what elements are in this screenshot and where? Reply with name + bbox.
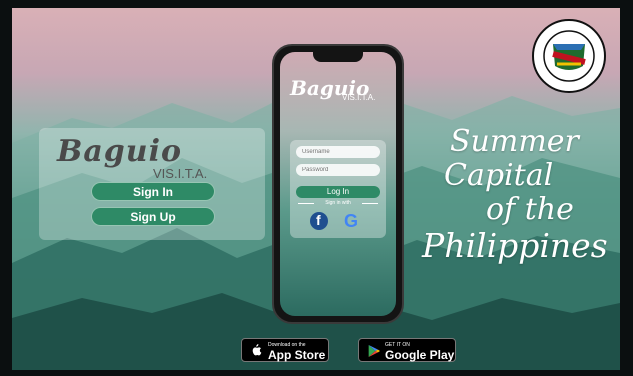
phone-screen: Baguio VIS.I.T.A. Log In Sign in with G [280, 52, 396, 316]
google-play-icon [368, 345, 380, 357]
phone-notch [313, 52, 363, 62]
login-promo-card: Baguio VIS.I.T.A. Sign In Sign Up [39, 128, 265, 240]
phone-login-card: Log In Sign in with G [290, 140, 386, 238]
google-play-badge[interactable]: GET IT ON Google Play [358, 338, 456, 362]
tagline-line-2: Capital [444, 158, 554, 193]
google-icon[interactable]: G [342, 212, 360, 230]
apple-icon [252, 344, 262, 356]
left-subtitle: VIS.I.T.A. [153, 166, 208, 181]
username-field[interactable] [296, 146, 380, 158]
app-store-label: App Store [268, 348, 326, 362]
app-store-badge[interactable]: Download on the App Store [241, 338, 329, 362]
login-button[interactable]: Log In [296, 186, 380, 198]
left-logo: Baguio [57, 134, 182, 169]
tagline-line-4: Philippines [422, 226, 608, 265]
sign-in-button[interactable]: Sign In [91, 182, 215, 201]
google-play-label: Google Play [385, 348, 455, 362]
phone-mockup: Baguio VIS.I.T.A. Log In Sign in with G [272, 44, 404, 324]
signin-with-label: Sign in with [298, 200, 378, 206]
city-seal-icon [532, 19, 606, 93]
tagline-line-1: Summer [450, 124, 579, 159]
facebook-icon[interactable] [310, 212, 328, 230]
app-promo-frame: Baguio VIS.I.T.A. Sign In Sign Up Baguio… [12, 8, 620, 370]
tagline-line-3: of the [486, 192, 574, 227]
phone-subtitle: VIS.I.T.A. [342, 93, 376, 102]
password-field[interactable] [296, 164, 380, 176]
sign-up-button[interactable]: Sign Up [91, 207, 215, 226]
